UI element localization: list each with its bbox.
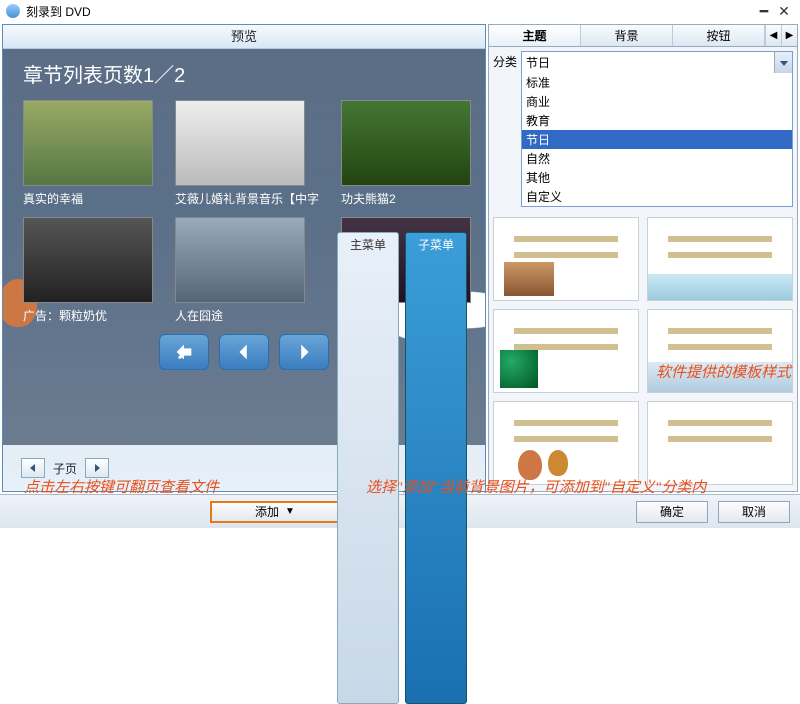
category-option[interactable]: 商业 [522,92,792,111]
pager-next-button[interactable] [85,458,109,478]
app-icon [6,4,20,18]
theme-panel: 主题 背景 按钮 ◀ ▶ 分类 节日 标准 商业 教育 节日 自然 其他 [488,24,798,492]
category-label: 分类 [493,51,517,70]
dropdown-toggle-icon[interactable] [774,52,792,73]
chapter-thumb[interactable]: 人在囧途 [175,217,319,324]
preview-panel: 预览 章节列表页数1／2 真实的幸福 艾薇儿婚礼背景音乐【中字 功夫熊猫2 广告… [2,24,486,492]
chapter-label: 艾薇儿婚礼背景音乐【中字 [175,190,319,207]
add-button[interactable]: 添加▼ [210,501,340,523]
nav-prev-button[interactable] [219,334,269,370]
category-option[interactable]: 教育 [522,111,792,130]
nav-next-button[interactable] [279,334,329,370]
category-options: 标准 商业 教育 节日 自然 其他 自定义 [522,73,792,206]
chevron-down-icon: ▼ [285,506,295,517]
category-option[interactable]: 标准 [522,73,792,92]
page-title: 章节列表页数1／2 [23,59,465,88]
category-dropdown[interactable]: 节日 标准 商业 教育 节日 自然 其他 自定义 [521,51,793,207]
minimize-button[interactable]: ━ [754,3,774,20]
template-thumb[interactable] [493,401,639,485]
ok-button[interactable]: 确定 [636,501,708,523]
chapter-label: 广告：颗粒奶优 [23,307,153,324]
tab-scroll-left[interactable]: ◀ [765,25,781,46]
tab-scroll-right[interactable]: ▶ [781,25,797,46]
category-option[interactable]: 自定义 [522,187,792,206]
chapter-label: 人在囧途 [175,307,319,324]
tab-background[interactable]: 背景 [581,25,673,46]
chapter-label: 功夫熊猫2 [341,190,485,207]
nav-return-button[interactable] [159,334,209,370]
cancel-button[interactable]: 取消 [718,501,790,523]
category-option[interactable]: 节日 [522,130,792,149]
main-menu-tab[interactable]: 主菜单 [337,232,399,704]
pager: 子页 [21,458,109,478]
chapter-thumb[interactable]: 广告：颗粒奶优 [23,217,153,324]
sub-menu-tab[interactable]: 子菜单 [405,232,467,704]
category-selected: 节日 [522,52,774,73]
close-button[interactable]: ✕ [774,3,794,20]
titlebar: 刻录到 DVD ━ ✕ [0,0,800,22]
template-thumb[interactable] [493,217,639,301]
template-thumb[interactable] [493,309,639,393]
chapter-label: 真实的幸福 [23,190,153,207]
template-thumb[interactable] [647,401,793,485]
tab-buttons[interactable]: 按钮 [673,25,765,46]
window-title: 刻录到 DVD [26,3,91,20]
chapter-thumb[interactable]: 艾薇儿婚礼背景音乐【中字 [175,100,319,207]
template-thumb[interactable] [647,217,793,301]
tab-theme[interactable]: 主题 [489,25,581,46]
chapter-thumb[interactable]: 真实的幸福 [23,100,153,207]
category-option[interactable]: 自然 [522,149,792,168]
template-thumb[interactable] [647,309,793,393]
pager-prev-button[interactable] [21,458,45,478]
category-option[interactable]: 其他 [522,168,792,187]
preview-header: 预览 [3,25,485,49]
pager-label: 子页 [47,460,83,477]
chapter-thumb[interactable]: 功夫熊猫2 [341,100,485,207]
